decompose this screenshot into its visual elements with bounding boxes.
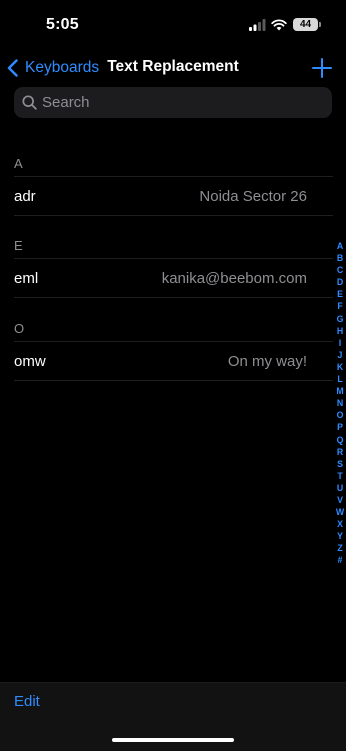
index-letter[interactable]: E (337, 288, 343, 300)
phrase-text: kanika@beebom.com (161, 269, 307, 287)
page-title-text: Text Replacement (107, 58, 239, 75)
index-letter[interactable]: R (337, 446, 343, 458)
index-letter[interactable]: A (337, 240, 343, 252)
index-letter[interactable]: Y (337, 530, 343, 542)
index-letter[interactable]: U (337, 482, 343, 494)
navigation-bar: Keyboards Text Replacement (0, 52, 346, 82)
index-letter[interactable]: H (337, 325, 343, 337)
shortcut-text: eml (14, 269, 39, 287)
phrase-text: On my way! (227, 352, 307, 370)
phrase-text: Noida Sector 26 (199, 187, 307, 205)
index-letter[interactable]: T (337, 470, 342, 482)
index-letter[interactable]: Z (337, 542, 342, 554)
index-letter[interactable]: W (336, 506, 344, 518)
home-indicator[interactable] (112, 738, 234, 742)
list-item[interactable]: eml kanika@beebom.com (14, 259, 333, 298)
index-letter[interactable]: L (337, 373, 342, 385)
cellular-signal-icon (249, 19, 266, 31)
index-letter[interactable]: O (337, 409, 344, 421)
add-icon[interactable] (311, 57, 333, 79)
status-time: 5:05 (46, 16, 79, 33)
index-letter[interactable]: B (337, 252, 343, 264)
wifi-icon (271, 19, 287, 31)
shortcut-text: omw (14, 352, 46, 370)
index-letter[interactable]: M (336, 385, 343, 397)
list-item[interactable]: adr Noida Sector 26 (14, 177, 333, 216)
battery-icon: 44 (293, 18, 318, 31)
search-bar[interactable] (14, 87, 332, 118)
index-letter[interactable]: C (337, 264, 343, 276)
index-letter[interactable]: # (338, 554, 343, 566)
page-title: Text Replacement (0, 58, 346, 76)
index-letter[interactable]: D (337, 276, 343, 288)
list-item[interactable]: omw On my way! (14, 342, 333, 381)
index-letter[interactable]: Q (337, 434, 344, 446)
section-header-a: A (14, 156, 23, 171)
index-letter[interactable]: N (337, 397, 343, 409)
status-bar: 5:05 44 (0, 0, 346, 50)
section-header-o: O (14, 321, 25, 336)
index-letter[interactable]: P (337, 421, 343, 433)
index-letter[interactable]: F (337, 300, 342, 312)
index-letter[interactable]: V (337, 494, 343, 506)
index-letter[interactable]: K (337, 361, 343, 373)
index-letter[interactable]: X (337, 518, 343, 530)
search-icon (22, 95, 37, 110)
search-input[interactable] (42, 94, 302, 111)
index-letter[interactable]: I (339, 337, 341, 349)
index-letter[interactable]: J (338, 349, 343, 361)
index-letter[interactable]: G (337, 313, 344, 325)
section-header-e: E (14, 238, 23, 253)
edit-button[interactable]: Edit (14, 693, 40, 710)
index-letter[interactable]: S (337, 458, 343, 470)
shortcut-text: adr (14, 187, 36, 205)
section-index[interactable]: A B C D E F G H I J K L M N O P Q R S T U V W X Y Z # (335, 240, 345, 567)
battery-tip (319, 22, 321, 27)
